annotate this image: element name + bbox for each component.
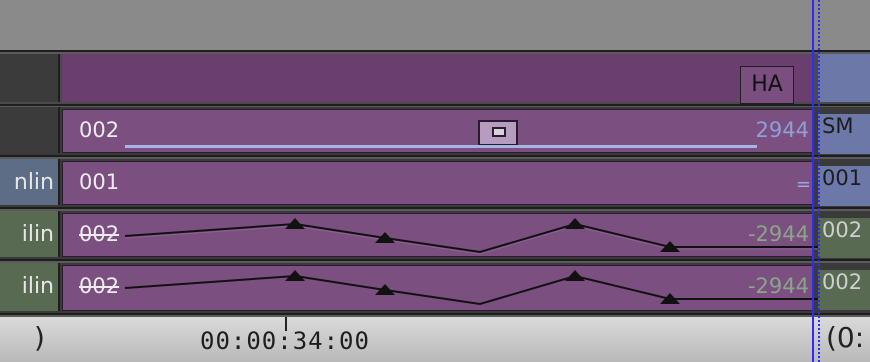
track-label-a1[interactable]: ilin (0, 211, 60, 257)
track-label-a2[interactable]: ilin (0, 263, 60, 311)
audio-track-1: ilin 002 -2944 002 (0, 211, 870, 261)
effect-icon[interactable] (478, 120, 518, 146)
next-clip[interactable]: 002 (818, 218, 870, 258)
next-clip-header[interactable] (818, 54, 870, 102)
effect-icon-inner (492, 127, 506, 137)
volume-rubberband[interactable] (125, 214, 870, 262)
mark-out-bracket: (0: (826, 321, 865, 354)
mark-in-bracket: ) (34, 321, 45, 354)
playhead-guide (818, 0, 820, 362)
clip-end-frame: 2944 (755, 118, 809, 142)
playhead-cursor[interactable] (812, 0, 814, 362)
timeline-clip[interactable]: 002 -2944 (62, 213, 870, 257)
clip-selection-line (125, 145, 757, 148)
clip-name: 002 (79, 274, 120, 298)
video-track-2: nlin 001 = 001 (0, 159, 870, 209)
clip-name: 002 (79, 118, 120, 142)
timeline-clip[interactable]: 002 2944 (62, 109, 814, 153)
clip-header-label: HA (740, 66, 794, 104)
video-track-1: 002 2944 SM (0, 107, 870, 157)
volume-rubberband[interactable] (125, 266, 870, 314)
track-label-v2[interactable]: nlin (0, 159, 60, 205)
clip-name: 002 (79, 222, 120, 246)
track-label-v1[interactable] (0, 107, 60, 153)
next-clip[interactable]: 001 (818, 166, 870, 206)
clip-end-marker: = (795, 174, 811, 195)
track-header-row: HA (0, 54, 870, 106)
track-header-label (0, 54, 60, 102)
sequence-clip-header[interactable]: HA (62, 54, 814, 104)
ruler-tick (285, 317, 287, 331)
next-clip[interactable]: 002 (818, 270, 870, 310)
audio-track-2: ilin 002 -2944 002 (0, 263, 870, 315)
clip-name: 001 (79, 170, 120, 194)
timecode-ruler[interactable]: ) 00:00:34:00 (0: (0, 317, 870, 362)
timecode-label: 00:00:34:00 (200, 327, 370, 355)
timeline-clip[interactable]: 002 -2944 (62, 265, 870, 311)
next-clip[interactable]: SM (818, 114, 870, 154)
timeline-toolbar-area (0, 0, 870, 52)
timeline-clip[interactable]: 001 = (62, 161, 814, 205)
